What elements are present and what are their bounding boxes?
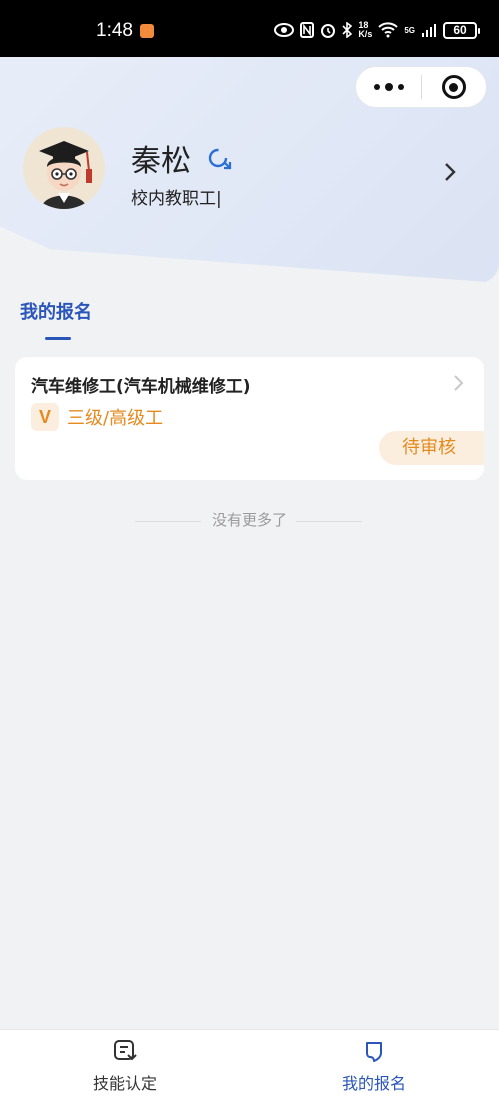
- list-end-text: 没有更多了: [211, 511, 287, 529]
- more-dot-icon: [373, 84, 380, 90]
- section-underline: [45, 337, 71, 340]
- more-button[interactable]: [356, 66, 421, 108]
- close-miniprogram-button[interactable]: [422, 66, 486, 108]
- graduate-avatar-icon: [23, 127, 105, 209]
- registration-level: 三级/高级工: [67, 408, 164, 429]
- user-role: 校内教职工|: [131, 189, 222, 209]
- signal-label: 5G: [404, 25, 415, 35]
- skill-certification-icon: [114, 1040, 137, 1061]
- status-badge: 待审核: [379, 431, 484, 465]
- more-dot-icon: [384, 83, 393, 91]
- chevron-right-icon[interactable]: [440, 160, 460, 184]
- eye-icon: [274, 23, 295, 37]
- more-dot-icon: [397, 84, 404, 90]
- tab-bar: 技能认定 我的报名: [0, 1029, 499, 1098]
- switch-identity-icon[interactable]: [206, 146, 232, 172]
- app-notification-icon: [140, 24, 154, 38]
- chevron-right-icon: [454, 375, 464, 391]
- status-icons: 18 K/s 5G 60: [274, 18, 480, 42]
- tab-skill-certification[interactable]: 技能认定: [0, 1030, 250, 1098]
- bluetooth-icon: [342, 22, 353, 38]
- avatar[interactable]: [23, 127, 105, 209]
- tab-my-registrations[interactable]: 我的报名: [249, 1030, 499, 1098]
- status-bar: 1:48 18 K/s 5G 60: [0, 0, 499, 57]
- cellular-signal-icon: [422, 24, 436, 37]
- battery-indicator: 60: [443, 21, 480, 39]
- registration-title: 汽车维修工(汽车机械维修工): [31, 377, 251, 397]
- target-icon: [441, 75, 466, 99]
- wifi-icon: [378, 22, 399, 38]
- my-registrations-icon: [366, 1042, 382, 1062]
- status-time: 1:48: [96, 20, 133, 41]
- section-title: 我的报名: [20, 302, 92, 323]
- miniprogram-capsule: [355, 66, 487, 108]
- level-badge-icon: V: [31, 403, 59, 431]
- tab-label: 技能认定: [92, 1074, 157, 1093]
- registration-card[interactable]: 汽车维修工(汽车机械维修工) V 三级/高级工 待审核: [15, 357, 484, 480]
- alarm-icon: [321, 24, 336, 38]
- divider: [296, 521, 362, 522]
- user-name: 秦松: [131, 144, 191, 179]
- tab-label: 我的报名: [341, 1074, 406, 1093]
- network-speed: 18 K/s: [358, 20, 373, 39]
- nfc-icon: [300, 22, 315, 38]
